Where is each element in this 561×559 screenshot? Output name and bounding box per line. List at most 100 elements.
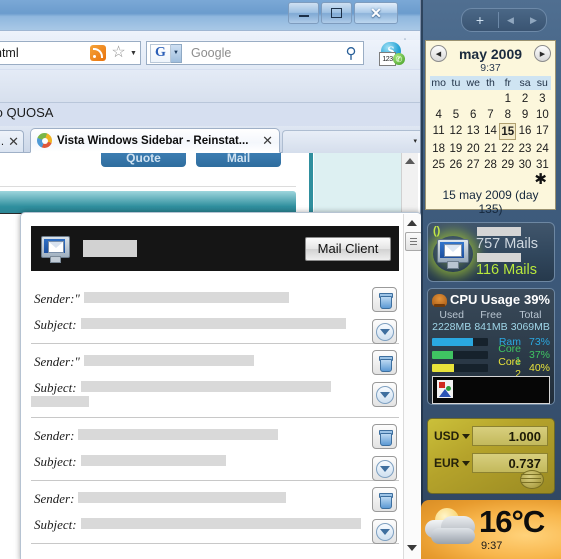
sender-value-redacted — [78, 429, 279, 440]
currency-gadget[interactable]: USD 1.000 EUR 0.737 — [427, 418, 555, 494]
delete-button[interactable] — [372, 287, 397, 312]
rss-icon[interactable] — [90, 45, 106, 61]
screen: ✕ ntml ☆ ▼ G ▼ Google ⚲ S 123 — [0, 0, 561, 559]
calendar-day[interactable]: 4 — [430, 107, 447, 122]
calendar-day[interactable]: 5 — [447, 107, 464, 122]
skype-call-icon[interactable]: S 123 ✆ — [379, 42, 405, 66]
calendar-day[interactable]: 8 — [499, 107, 516, 122]
browser-titlebar: ✕ — [0, 0, 420, 31]
expand-button[interactable] — [372, 319, 397, 344]
delete-button[interactable] — [372, 350, 397, 375]
calendar-day[interactable]: 6 — [465, 107, 482, 122]
calendar-day[interactable]: 22 — [499, 141, 516, 156]
chevron-down-icon[interactable] — [462, 460, 471, 466]
page-scrollbar[interactable] — [401, 153, 418, 213]
calendar-day[interactable]: 23 — [516, 141, 533, 156]
previous-gadget-button[interactable]: ◀ — [499, 15, 522, 26]
mail-list-item[interactable]: Sender: Subject: — [31, 481, 399, 544]
calendar-day[interactable]: 15 — [499, 123, 517, 140]
currency-value[interactable]: 1.000 — [472, 426, 548, 446]
calendar-day[interactable]: 30 — [516, 157, 533, 172]
calendar-day[interactable]: 2 — [516, 91, 533, 106]
chevron-down-icon[interactable]: ▼ — [127, 45, 140, 61]
calendar-day[interactable]: 3 — [534, 91, 551, 106]
mail-scrollbar[interactable] — [403, 214, 421, 559]
expand-button[interactable] — [372, 382, 397, 407]
address-bar[interactable]: ntml ☆ ▼ — [0, 41, 141, 65]
sender-label: Sender:" — [34, 291, 80, 306]
scrollbar-thumb[interactable] — [405, 232, 421, 251]
currency-code: EUR — [434, 456, 460, 470]
star-icon[interactable]: ☆ — [110, 45, 127, 61]
mail-client-button[interactable]: Mail Client — [305, 236, 391, 261]
calendar-day[interactable]: 28 — [482, 157, 499, 172]
calendar-day[interactable]: 11 — [430, 123, 447, 140]
scroll-up-arrow[interactable] — [405, 158, 415, 164]
calendar-day[interactable]: 20 — [465, 141, 482, 156]
minimize-button[interactable] — [288, 2, 319, 24]
chevron-shape — [379, 465, 390, 472]
address-input[interactable]: ntml — [0, 46, 90, 60]
cpu-bar-value: 40% — [528, 361, 550, 374]
calendar-day[interactable]: 12 — [447, 123, 464, 140]
currency-selector[interactable]: USD — [434, 429, 472, 443]
calendar-day[interactable]: 31 — [534, 157, 551, 172]
currency-selector[interactable]: EUR — [434, 456, 472, 470]
google-provider-icon[interactable]: G — [150, 43, 171, 63]
mail-list-item[interactable]: Sender: Subject: — [31, 418, 399, 481]
search-provider-chevron-down-icon[interactable]: ▼ — [171, 43, 182, 63]
calendar-day[interactable]: 13 — [465, 123, 482, 140]
next-gadget-button[interactable]: ▶ — [522, 15, 545, 26]
delete-button[interactable] — [372, 487, 397, 512]
calendar-prev-month-button[interactable]: ◀ — [430, 45, 447, 62]
calendar-day[interactable]: 25 — [430, 157, 447, 172]
calendar-day[interactable]: 14 — [482, 123, 499, 140]
tab-partial[interactable]: t... ✕ — [0, 130, 24, 152]
mail-list-item[interactable]: Sender:" Subject: — [31, 344, 399, 418]
calendar-day[interactable]: 17 — [534, 123, 551, 140]
subject-value-redacted — [80, 455, 226, 466]
maximize-button[interactable] — [321, 2, 352, 24]
chevron-down-icon[interactable] — [462, 433, 471, 439]
calendar-next-month-button[interactable]: ▶ — [534, 45, 551, 62]
mail-gadget[interactable]: () 757 Mails 116 Mails — [427, 222, 555, 282]
calendar-day-empty: . — [430, 91, 447, 106]
close-button[interactable]: ✕ — [354, 2, 398, 24]
calendar-day[interactable]: 27 — [465, 157, 482, 172]
calendar-day[interactable]: 7 — [482, 107, 499, 122]
calendar-day[interactable]: 21 — [482, 141, 499, 156]
scroll-up-arrow[interactable] — [407, 220, 417, 226]
calendar-day[interactable]: 26 — [447, 157, 464, 172]
expand-button[interactable] — [372, 519, 397, 544]
calendar-day[interactable]: 9 — [516, 107, 533, 122]
calendar-day[interactable]: 16 — [516, 123, 533, 140]
mail-button[interactable]: Mail — [196, 153, 281, 167]
delete-button[interactable] — [372, 424, 397, 449]
calendar-day[interactable]: 10 — [534, 107, 551, 122]
page-side-panel — [314, 153, 402, 213]
cpu-bar-track — [432, 363, 488, 372]
cpu-bar-track — [432, 337, 488, 346]
calendar-day[interactable]: 1 — [499, 91, 516, 106]
calendar-day[interactable]: 29 — [499, 157, 516, 172]
tab-active[interactable]: Vista Windows Sidebar - Reinstat... ✕ — [30, 128, 280, 153]
currency-row: USD 1.000 — [434, 426, 548, 446]
mail-list-item[interactable]: Sender:" Subject: — [31, 281, 399, 344]
tab-active-close-icon[interactable]: ✕ — [262, 134, 273, 147]
magnifier-icon[interactable]: ⚲ — [339, 42, 363, 64]
cpu-usage-gadget[interactable]: CPU Usage 39% Used Free Total 2228MB 841MB 30… — [427, 288, 555, 405]
search-bar[interactable]: G ▼ Google ⚲ — [146, 41, 364, 65]
image-thumbnail-icon — [437, 380, 453, 398]
add-gadget-button[interactable]: + — [462, 12, 499, 28]
calendar-day[interactable]: 19 — [447, 141, 464, 156]
search-input[interactable]: Google — [182, 46, 339, 60]
calendar-day[interactable]: 18 — [430, 141, 447, 156]
tab-partial-close-icon[interactable]: ✕ — [8, 135, 19, 148]
expand-button[interactable] — [372, 456, 397, 481]
quote-button[interactable]: Quote — [101, 153, 186, 167]
cpu-column-header: Total — [519, 309, 542, 321]
weather-gadget[interactable]: 16°C 9:37 — [421, 500, 561, 559]
tab-list-chevron-down-icon[interactable]: ▾ — [413, 137, 417, 145]
calendar-day[interactable]: 24 — [534, 141, 551, 156]
scroll-down-arrow[interactable] — [407, 545, 417, 551]
